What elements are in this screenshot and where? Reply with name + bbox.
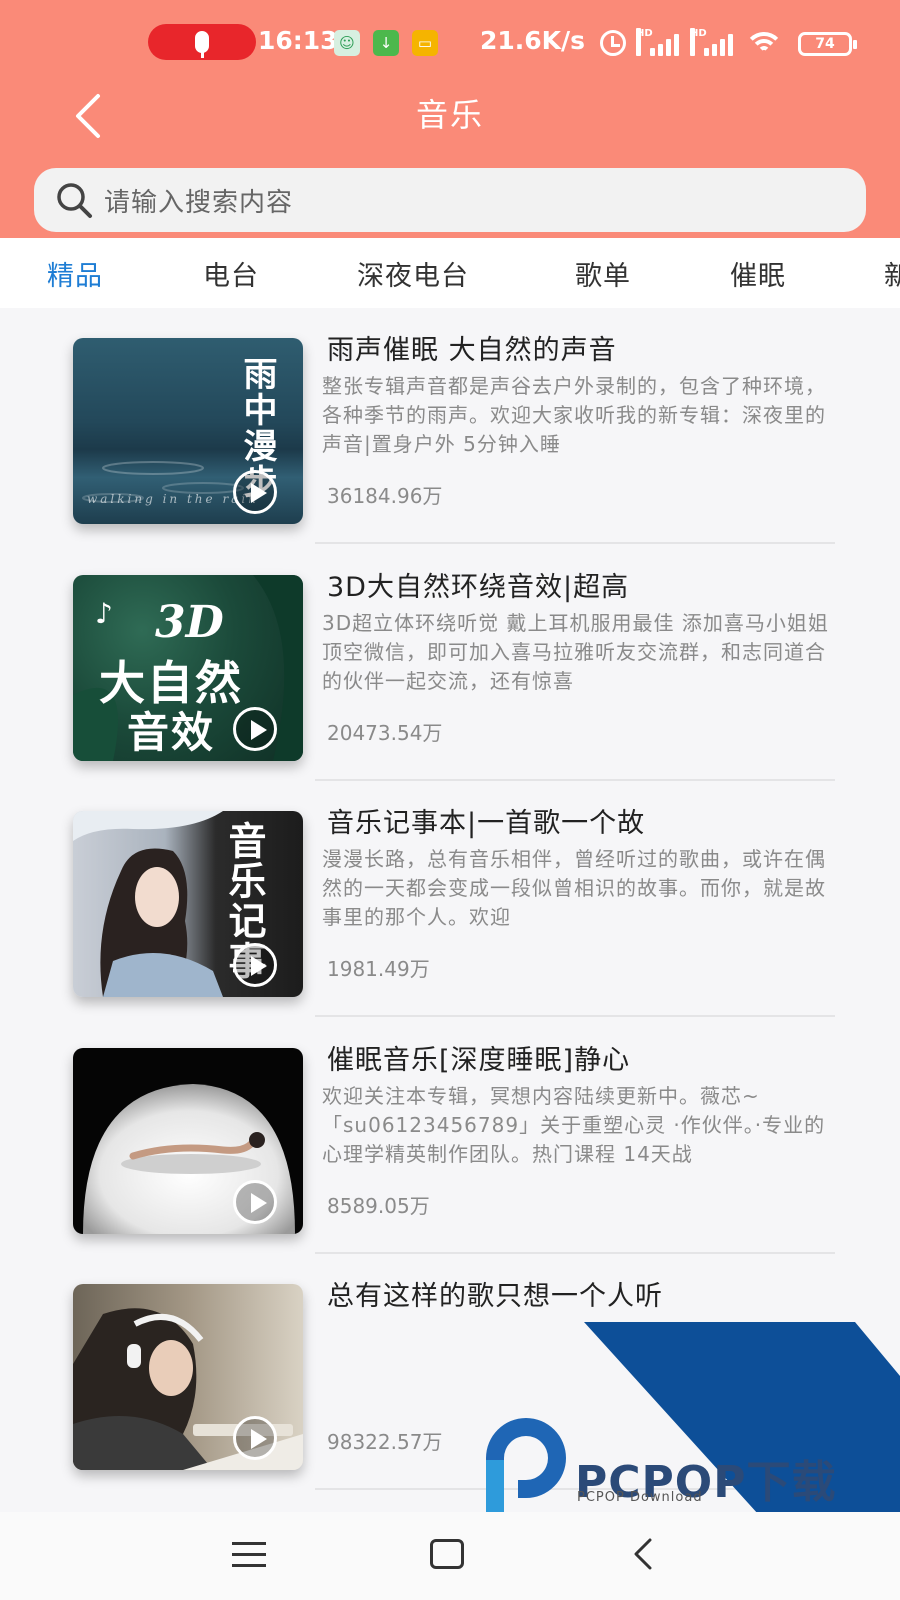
album-cover: ♪ 3D 大自然 音效 (73, 575, 303, 761)
menu-icon[interactable] (232, 1542, 266, 1568)
mic-icon (195, 31, 209, 58)
play-count: 98322.57万 (327, 1430, 443, 1454)
tab-cuimian[interactable]: 催眠 (730, 254, 786, 293)
tab-gedan[interactable]: 歌单 (575, 254, 631, 293)
tab-shenye-diantai[interactable]: 深夜电台 (357, 254, 469, 293)
wifi-icon (744, 30, 784, 58)
search-icon (57, 183, 92, 218)
album-description (322, 1318, 832, 1408)
play-icon[interactable] (233, 1416, 277, 1460)
divider (315, 542, 835, 544)
search-input[interactable]: 请输入搜索内容 (34, 168, 866, 232)
page-title: 音乐 (415, 96, 484, 134)
tab-jingpin[interactable]: 精品 (47, 254, 103, 293)
network-speed: 21.6K/s (480, 26, 586, 55)
album-title: 雨声催眠 大自然的声音 (327, 335, 617, 366)
search-placeholder: 请输入搜索内容 (104, 187, 294, 218)
album-title: 催眠音乐[深度睡眠]静心 (327, 1045, 631, 1076)
album-title: 3D大自然环绕音效|超高 (327, 572, 630, 603)
watermark-subtitle: PCPOP Download (577, 1490, 703, 1505)
play-count: 20473.54万 (327, 721, 443, 745)
tab-more[interactable]: 新 (884, 254, 900, 293)
album-cover: 音乐记事 (73, 811, 303, 997)
album-cover (73, 1284, 303, 1470)
list-item[interactable]: 音乐记事 音乐记事本|一首歌一个故 漫漫长路，总有音乐相伴，曾经听过的歌曲，或许… (0, 781, 900, 1017)
system-nav-bar (0, 1512, 900, 1600)
signal-1-icon: HD (636, 28, 684, 58)
album-title: 总有这样的歌只想一个人听 (327, 1281, 663, 1312)
album-list: 雨中漫步 walking in the rain 雨声催眠 大自然的声音 整张专… (0, 308, 900, 1512)
play-count: 8589.05万 (327, 1194, 430, 1218)
tab-diantai[interactable]: 电台 (203, 254, 259, 293)
recording-indicator[interactable] (148, 24, 256, 60)
album-description: 3D超立体环绕听觉 戴上耳机服用最佳 添加喜马小姐姐顶空微信，即可加入喜马拉雅听… (322, 611, 829, 693)
cover-title-effect: 音效 (127, 708, 216, 757)
alarm-icon (600, 30, 626, 56)
album-cover: 雨中漫步 walking in the rain (73, 338, 303, 524)
cover-title-3d: 3D (155, 597, 224, 648)
divider (315, 1015, 835, 1017)
signal-2-icon: HD (690, 28, 738, 58)
list-item[interactable]: 催眠音乐[深度睡眠]静心 欢迎关注本专辑，冥想内容陆续更新中。薇芯~「su061… (0, 1018, 900, 1254)
play-count: 1981.49万 (327, 957, 430, 981)
play-icon[interactable] (233, 707, 277, 751)
play-icon[interactable] (233, 943, 277, 987)
album-title: 音乐记事本|一首歌一个故 (327, 808, 646, 839)
app-header: 16:13 ☺ ↓ ▭ 21.6K/s HD HD 74 音乐 请输入搜索内容 (0, 0, 900, 238)
album-cover (73, 1048, 303, 1234)
album-description: 整张专辑声音都是声谷去户外录制的，包含了种环境，各种季节的雨声。欢迎大家收听我的… (322, 374, 826, 456)
play-icon[interactable] (233, 1180, 277, 1224)
list-item[interactable]: 雨中漫步 walking in the rain 雨声催眠 大自然的声音 整张专… (0, 308, 900, 544)
category-tabs: 精品 电台 深夜电台 歌单 催眠 新 (0, 238, 900, 308)
album-description: 漫漫长路，总有音乐相伴，曾经听过的歌曲，或许在偶然的一天都会变成一段似曾相识的故… (322, 847, 826, 929)
download-notification-icon: ↓ (373, 30, 399, 56)
svg-text:♪: ♪ (95, 597, 113, 630)
nav-back-icon[interactable] (628, 1536, 658, 1572)
album-description: 欢迎关注本专辑，冥想内容陆续更新中。薇芯~「su06123456789」关于重塑… (322, 1084, 826, 1166)
message-notification-icon: ▭ (412, 30, 438, 56)
play-icon[interactable] (233, 470, 277, 514)
home-icon[interactable] (430, 1539, 464, 1569)
battery-icon: 74 (798, 32, 857, 56)
list-item[interactable]: ♪ 3D 大自然 音效 3D大自然环绕音效|超高 3D超立体环绕听觉 戴上耳机服… (0, 545, 900, 781)
status-time: 16:13 (258, 26, 338, 55)
status-bar: 16:13 ☺ ↓ ▭ 21.6K/s HD HD 74 (0, 20, 900, 64)
play-count: 36184.96万 (327, 484, 443, 508)
app-notification-icon: ☺ (334, 30, 360, 56)
